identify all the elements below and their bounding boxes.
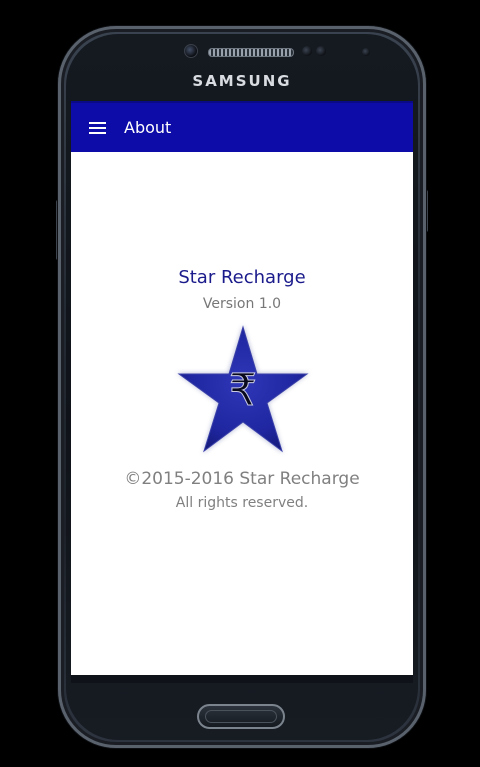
app-toolbar: About (71, 101, 413, 152)
screen-bottom-edge (71, 675, 413, 683)
star-rupee-logo-icon: ₹ (177, 325, 309, 453)
toolbar-title: About (124, 118, 172, 137)
notification-led-icon (362, 48, 370, 56)
app-name: Star Recharge (178, 267, 306, 288)
rupee-symbol: ₹ (229, 365, 257, 416)
rights-text: All rights reserved. (175, 495, 309, 511)
app-screen: About Star Recharge Version 1.0 ₹ ©2015-… (71, 101, 413, 675)
home-button[interactable] (197, 704, 285, 729)
stage: SAMSUNG About Star Recharge Version 1.0 (0, 0, 480, 767)
earpiece-speaker (208, 48, 294, 57)
hamburger-menu-icon[interactable] (86, 116, 110, 140)
copyright-text: ©2015-2016 Star Recharge (124, 469, 360, 489)
device-brand-label: SAMSUNG (192, 72, 292, 90)
app-version: Version 1.0 (202, 296, 282, 312)
front-camera-icon (184, 44, 198, 58)
light-sensor-icon (316, 46, 326, 56)
proximity-sensor-icon (302, 46, 312, 56)
